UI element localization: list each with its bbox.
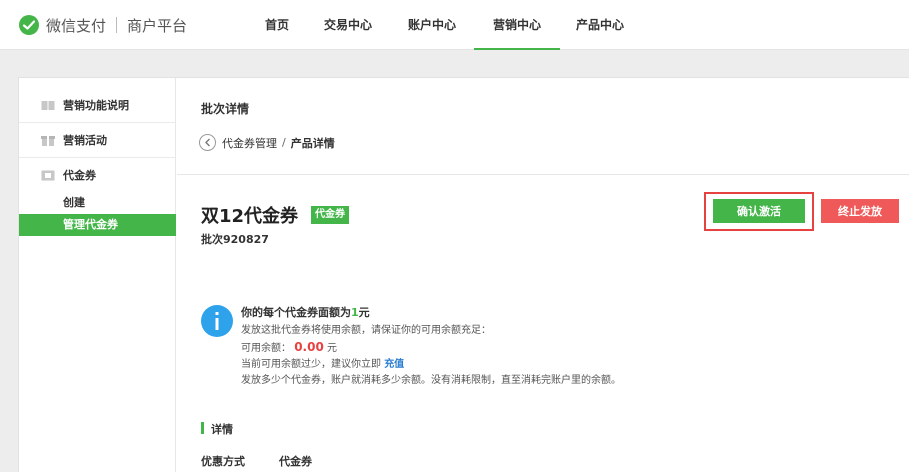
face-value-amount: 1 bbox=[351, 306, 359, 319]
sidebar: 营销功能说明 营销活动 代金券 创建 管理代金券 bbox=[19, 78, 176, 472]
nav-item-home[interactable]: 首页 bbox=[258, 0, 296, 50]
coupon-icon bbox=[41, 170, 55, 180]
details-section-title: 详情 bbox=[211, 423, 233, 436]
batch-number: 批次920827 bbox=[201, 233, 269, 246]
sidebar-item-manage-coupons[interactable]: 管理代金券 bbox=[19, 214, 176, 236]
nav-item-transactions[interactable]: 交易中心 bbox=[320, 0, 376, 50]
coupon-title: 双12代金券 bbox=[201, 206, 299, 227]
section-marker bbox=[201, 422, 204, 434]
nav-item-marketing[interactable]: 营销中心 bbox=[474, 0, 560, 50]
notice-available-balance: 可用余额： 0.00 元 bbox=[241, 339, 621, 357]
section-divider bbox=[177, 174, 909, 175]
notice-text: 你的每个代金券面额为 bbox=[241, 306, 351, 319]
wechat-pay-logo[interactable]: 微信支付 商户平台 bbox=[18, 14, 187, 36]
recharge-link[interactable]: 充值 bbox=[384, 359, 404, 370]
chevron-left-icon bbox=[204, 138, 210, 147]
brand-divider bbox=[116, 17, 118, 33]
notice-face-value: 你的每个代金券面额为1元 bbox=[241, 305, 621, 321]
coupon-type-badge: 代金券 bbox=[311, 206, 349, 224]
sidebar-item-marketing-intro[interactable]: 营销功能说明 bbox=[19, 88, 176, 122]
wechat-pay-icon bbox=[19, 15, 39, 35]
breadcrumb: 代金券管理 / 产品详情 bbox=[199, 134, 335, 151]
notice-consumption-rule: 发放多少个代金券，账户就消耗多少余额。没有消耗限制，直至消耗完账户里的余额。 bbox=[241, 375, 621, 386]
balance-notice: 你的每个代金券面额为1元 发放这批代金券将使用余额，请保证你的可用余额充足： 可… bbox=[241, 305, 621, 389]
book-icon bbox=[41, 100, 55, 110]
brand-subtitle: 商户平台 bbox=[127, 16, 188, 35]
breadcrumb-parent[interactable]: 代金券管理 bbox=[222, 135, 277, 151]
detail-value-discount-type: 代金券 bbox=[279, 455, 312, 468]
gift-icon bbox=[41, 135, 55, 146]
detail-label-discount-type: 优惠方式 bbox=[201, 455, 245, 468]
content-panel: 营销功能说明 营销活动 代金券 创建 管理代金券 批次详情 代金券管理 / 产品… bbox=[18, 77, 909, 472]
balance-amount: 0.00 bbox=[294, 340, 324, 354]
sidebar-item-label: 代金券 bbox=[63, 169, 96, 182]
back-button[interactable] bbox=[199, 134, 216, 151]
sidebar-group-activities: 营销活动 bbox=[19, 123, 176, 158]
brand-name: 微信支付 bbox=[46, 16, 107, 35]
info-icon bbox=[201, 305, 233, 337]
sidebar-item-label: 营销功能说明 bbox=[63, 99, 129, 112]
notice-recharge-suggestion: 当前可用余额过少，建议你立即 充值 bbox=[241, 357, 621, 373]
notice-text: 元 bbox=[358, 306, 370, 319]
stop-issuing-button[interactable]: 终止发放 bbox=[821, 199, 899, 223]
main-content: 批次详情 代金券管理 / 产品详情 双12代金券 代金券 批次920827 确认… bbox=[177, 78, 909, 472]
sidebar-item-coupons[interactable]: 代金券 bbox=[19, 158, 176, 192]
sidebar-group-intro: 营销功能说明 bbox=[19, 88, 176, 123]
balance-unit: 元 bbox=[326, 343, 337, 354]
sidebar-item-label: 营销活动 bbox=[63, 134, 107, 147]
sidebar-item-create[interactable]: 创建 bbox=[19, 192, 176, 214]
breadcrumb-separator: / bbox=[282, 136, 286, 149]
breadcrumb-current: 产品详情 bbox=[290, 136, 335, 150]
top-navigation-bar: 微信支付 商户平台 首页 交易中心 账户中心 营销中心 产品中心 bbox=[0, 0, 909, 50]
nav-item-products[interactable]: 产品中心 bbox=[570, 0, 630, 50]
balance-label: 可用余额： bbox=[241, 343, 291, 354]
highlight-annotation-box bbox=[704, 192, 814, 231]
notice-text: 当前可用余额过少，建议你立即 bbox=[241, 359, 381, 370]
nav-item-accounts[interactable]: 账户中心 bbox=[403, 0, 461, 50]
notice-balance-warning: 发放这批代金券将使用余额，请保证你的可用余额充足： bbox=[241, 325, 491, 336]
page-title: 批次详情 bbox=[201, 102, 250, 116]
sidebar-item-marketing-activities[interactable]: 营销活动 bbox=[19, 123, 176, 157]
sidebar-group-coupons: 代金券 创建 管理代金券 bbox=[19, 158, 176, 236]
